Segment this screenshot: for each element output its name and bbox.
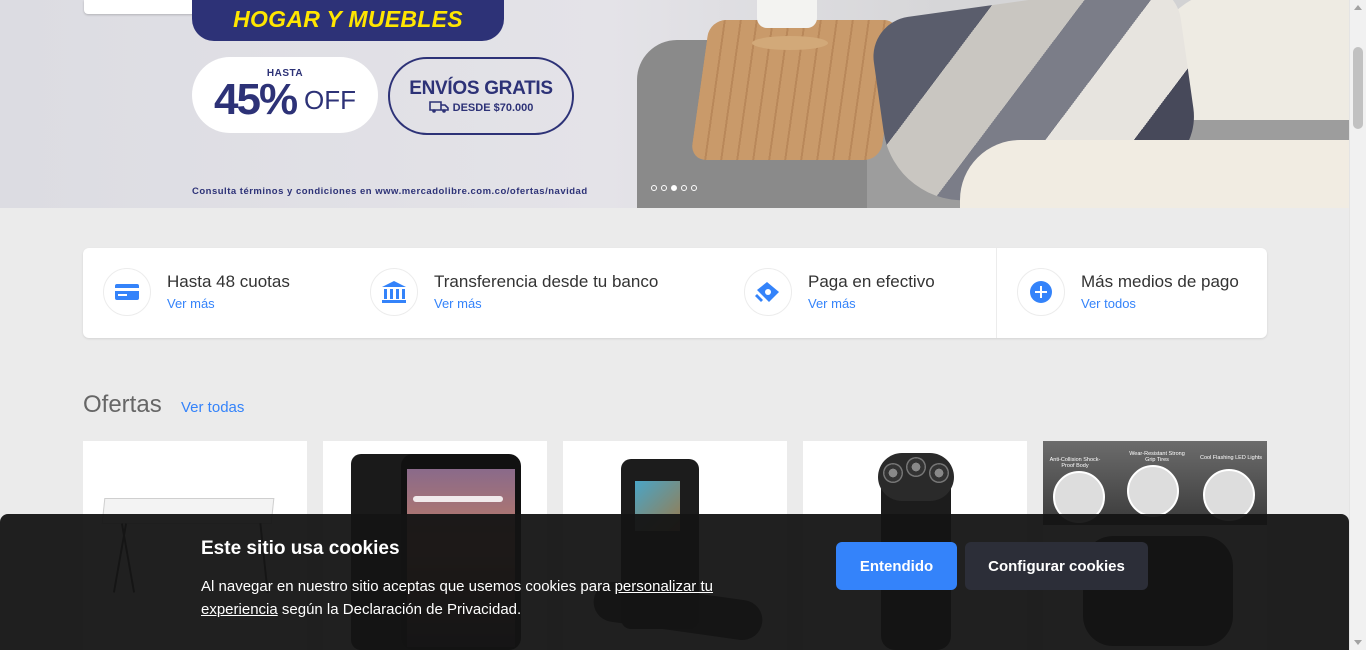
discount-value: 45%: [214, 75, 298, 124]
product-feature-label: Wear-Resistant Strong Grip Tires: [1129, 451, 1185, 464]
payment-link[interactable]: Ver más: [167, 296, 215, 311]
hero-banner[interactable]: HOGAR Y MUEBLES HASTA 45% OFF ENVÍOS GRA…: [0, 0, 1349, 208]
scrollbar-thumb[interactable]: [1353, 47, 1363, 129]
scroll-up-arrow-icon[interactable]: [1354, 5, 1362, 10]
banner-coaster-image: [752, 36, 828, 50]
discount-badge: HASTA 45% OFF: [192, 57, 378, 133]
cookie-banner-text: Al navegar en nuestro sitio aceptas que …: [201, 575, 781, 621]
free-shipping-title: ENVÍOS GRATIS: [409, 78, 553, 99]
banner-legal-text: Consulta términos y condiciones en www.m…: [192, 186, 588, 197]
page-scrollbar[interactable]: [1349, 0, 1366, 650]
cash-payment-icon: [744, 268, 792, 316]
product-feature-label: Cool Flashing LED Lights: [1199, 455, 1263, 461]
truck-icon: [428, 101, 449, 113]
payment-link[interactable]: Ver más: [434, 296, 482, 311]
payment-link[interactable]: Ver más: [808, 296, 856, 311]
banner-mug-image: [757, 0, 817, 28]
offers-view-all-link[interactable]: Ver todas: [181, 399, 244, 416]
payment-title: Transferencia desde tu banco: [434, 272, 659, 291]
bank-icon: [370, 268, 418, 316]
accept-cookies-button[interactable]: Entendido: [836, 542, 957, 590]
product-feature-label: Anti-Collision Shock-Proof Body: [1049, 457, 1101, 470]
payment-link[interactable]: Ver todos: [1081, 296, 1136, 311]
carousel-dots: [651, 185, 697, 191]
credit-card-icon: [103, 268, 151, 316]
payment-title: Paga en efectivo: [808, 272, 935, 291]
scroll-down-arrow-icon[interactable]: [1354, 640, 1362, 645]
carousel-dot[interactable]: [651, 185, 657, 191]
banner-title: HOGAR Y MUEBLES: [192, 0, 504, 41]
payment-title: Más medios de pago: [1081, 272, 1239, 291]
free-shipping-subtitle: DESDE $70.000: [452, 102, 534, 114]
configure-cookies-button[interactable]: Configurar cookies: [965, 542, 1148, 590]
banner-blanket-image: [960, 140, 1349, 208]
plus-circle-icon: [1017, 268, 1065, 316]
cookie-banner: Este sitio usa cookies Al navegar en nue…: [0, 514, 1349, 650]
discount-suffix: OFF: [304, 85, 356, 115]
carousel-dot[interactable]: [691, 185, 697, 191]
offers-section-title: Ofertas: [83, 391, 162, 418]
carousel-dot[interactable]: [681, 185, 687, 191]
payment-methods-strip: Hasta 48 cuotas Ver más Transferencia de…: [83, 248, 1267, 338]
free-shipping-badge: ENVÍOS GRATIS DESDE $70.000: [388, 57, 574, 135]
free-shipping-subtitle-row: DESDE $70.000: [390, 101, 572, 114]
payment-divider: [996, 248, 997, 338]
carousel-dot-active[interactable]: [671, 185, 677, 191]
cookie-text-start: Al navegar en nuestro sitio aceptas que …: [201, 578, 615, 595]
payment-title: Hasta 48 cuotas: [167, 272, 290, 291]
cookie-text-end: según la Declaración de Privacidad.: [277, 601, 522, 618]
cookie-banner-title: Este sitio usa cookies: [201, 538, 400, 559]
carousel-dot[interactable]: [661, 185, 667, 191]
